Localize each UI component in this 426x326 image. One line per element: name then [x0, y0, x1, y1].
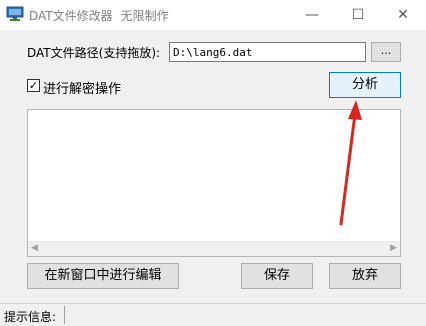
horizontal-scrollbar[interactable]: ◀ ▶	[28, 241, 400, 256]
close-button[interactable]: ✕	[380, 0, 426, 30]
app-window: DAT文件修改器 无限制作 — ☐ ✕ DAT文件路径(支持拖放): D:\lan…	[0, 0, 426, 326]
decrypt-checkbox-label[interactable]: 进行解密操作	[43, 78, 121, 97]
maximize-icon: ☐	[351, 7, 365, 23]
close-icon: ✕	[397, 7, 409, 23]
path-label: DAT文件路径(支持拖放):	[27, 46, 161, 60]
status-label: 提示信息:	[4, 310, 57, 324]
dat-path-input[interactable]: D:\lang6.dat	[169, 42, 366, 62]
scroll-left-icon[interactable]: ◀	[31, 243, 38, 253]
window-title-name: DAT文件修改器	[29, 9, 113, 23]
maximize-button[interactable]: ☐	[335, 0, 381, 30]
analyze-button[interactable]: 分析	[329, 72, 401, 98]
browse-button[interactable]: ...	[371, 42, 401, 62]
discard-button[interactable]: 放弃	[329, 263, 401, 289]
scroll-right-icon[interactable]: ▶	[390, 243, 397, 253]
minimize-button[interactable]: —	[289, 0, 335, 30]
save-button[interactable]: 保存	[241, 263, 313, 289]
status-separator	[64, 306, 65, 324]
edit-in-new-window-button[interactable]: 在新窗口中进行编辑	[27, 263, 179, 289]
app-icon	[6, 6, 24, 21]
window-title: DAT文件修改器 无限制作	[29, 7, 169, 24]
output-textarea[interactable]: ◀ ▶	[27, 109, 401, 257]
window-title-mode: 无限制作	[120, 9, 169, 23]
minimize-icon: —	[305, 7, 319, 23]
decrypt-checkbox[interactable]: ✓	[27, 79, 40, 92]
title-bar[interactable]: DAT文件修改器 无限制作 — ☐ ✕	[0, 0, 426, 30]
status-bar: 提示信息:	[0, 303, 426, 326]
